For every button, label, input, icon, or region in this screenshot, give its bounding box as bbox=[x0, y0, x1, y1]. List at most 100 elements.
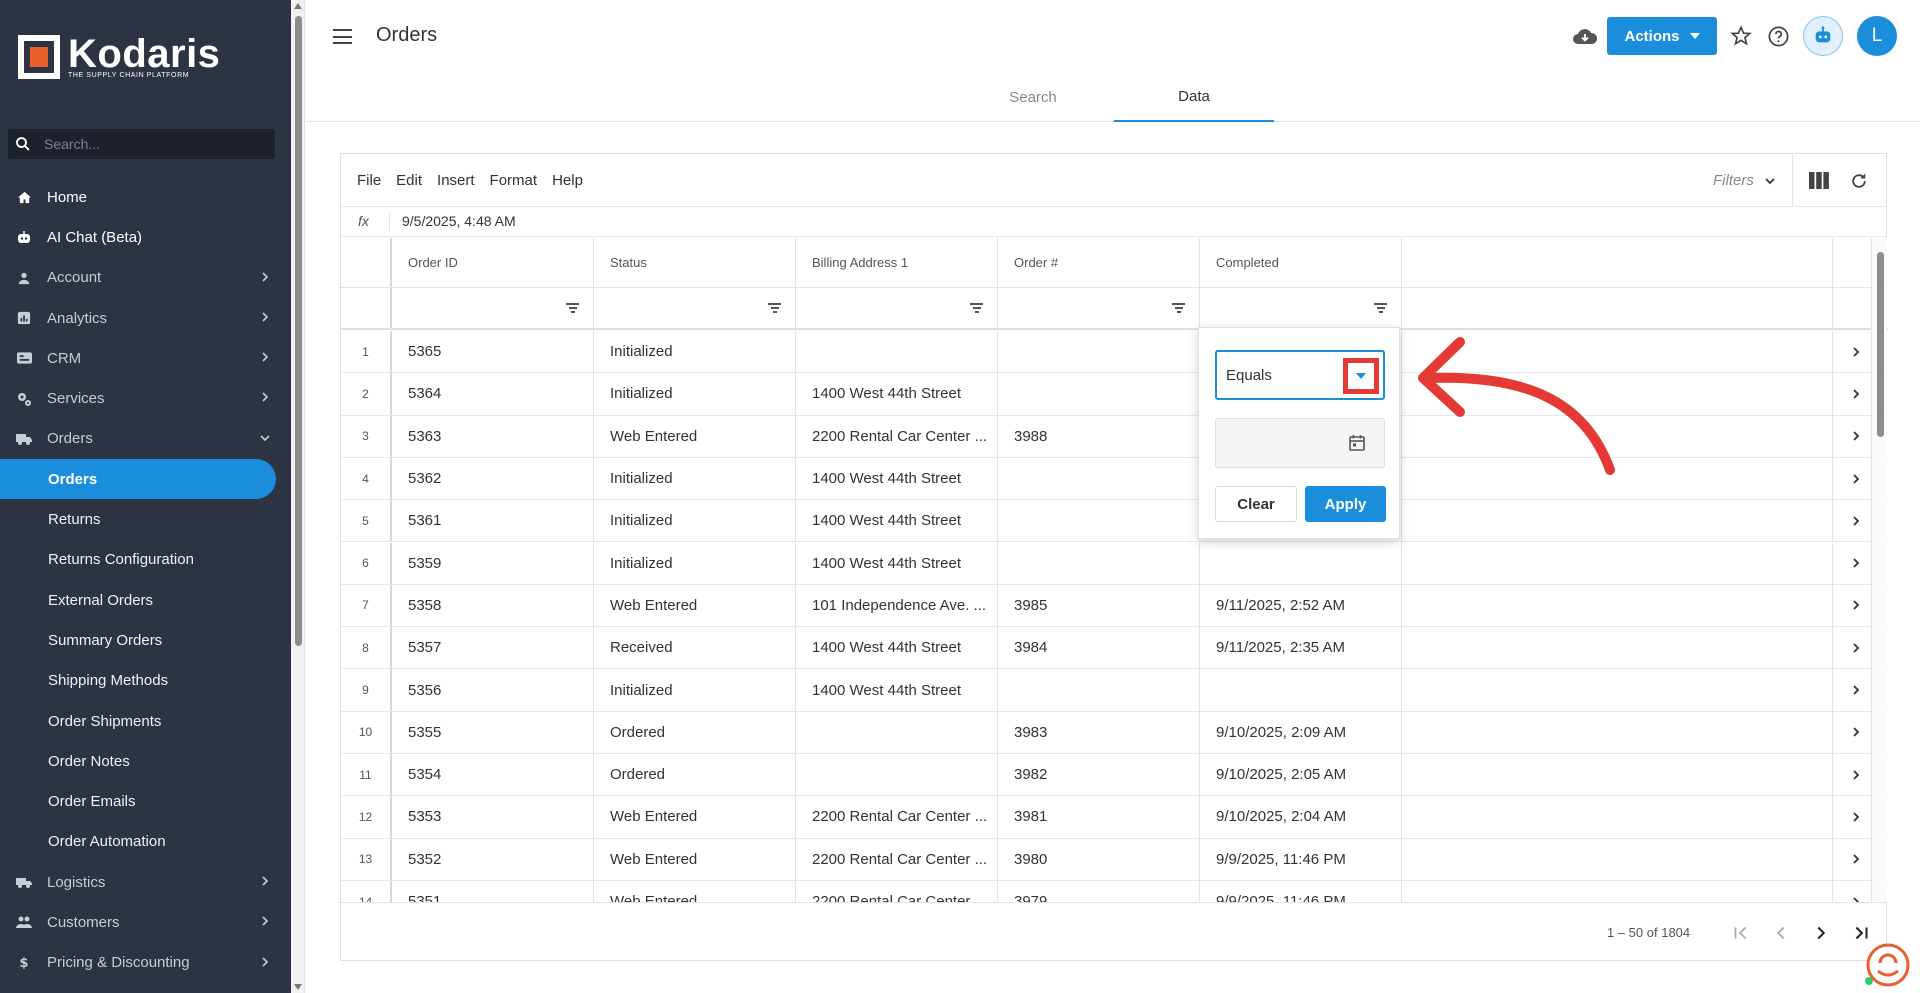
cell-order-number[interactable]: 3988 bbox=[998, 415, 1200, 457]
clear-button[interactable]: Clear bbox=[1215, 486, 1297, 522]
grid-scrollbar-thumb[interactable] bbox=[1877, 252, 1884, 437]
cell-completed[interactable]: 9/9/2025, 11:46 PM bbox=[1200, 880, 1402, 902]
first-page-icon[interactable] bbox=[1730, 922, 1752, 944]
cell-billing-address[interactable]: 1400 West 44th Street bbox=[796, 500, 998, 542]
table-row[interactable]: 11 5354 Ordered 3982 9/10/2025, 2:05 AM bbox=[341, 754, 1888, 797]
cell-order-id[interactable]: 5358 bbox=[392, 584, 594, 627]
cell-status[interactable]: Web Entered bbox=[594, 796, 796, 838]
table-row[interactable]: 5 5361 Initialized 1400 West 44th Street bbox=[341, 500, 1888, 543]
refresh-icon[interactable] bbox=[1849, 171, 1869, 191]
sidebar-subitem-order-shipments[interactable]: Order Shipments bbox=[0, 701, 291, 741]
sidebar-subitem-summary-orders[interactable]: Summary Orders bbox=[0, 620, 291, 660]
cell-billing-address[interactable] bbox=[796, 711, 998, 753]
filter-cell-billing-address[interactable] bbox=[796, 288, 998, 328]
cell-status[interactable]: Web Entered bbox=[594, 838, 796, 880]
sidebar-subitem-external-orders[interactable]: External Orders bbox=[0, 580, 291, 620]
sidebar-subitem-returns[interactable]: Returns bbox=[0, 499, 291, 539]
row-open-button[interactable] bbox=[1841, 543, 1871, 584]
sidebar-subitem-shipping-methods[interactable]: Shipping Methods bbox=[0, 661, 291, 701]
sidebar-item-services[interactable]: Services bbox=[0, 378, 291, 418]
cell-order-number[interactable] bbox=[998, 373, 1200, 415]
row-open-button[interactable] bbox=[1841, 839, 1871, 880]
help-icon[interactable] bbox=[1767, 25, 1790, 48]
support-chat-icon[interactable] bbox=[1862, 941, 1910, 989]
cell-billing-address[interactable]: 1400 West 44th Street bbox=[796, 457, 998, 500]
sidebar-search[interactable] bbox=[8, 129, 275, 159]
cloud-download-icon[interactable] bbox=[1572, 26, 1598, 48]
cell-order-number[interactable]: 3979 bbox=[998, 880, 1200, 902]
sidebar-subitem-order-notes[interactable]: Order Notes bbox=[0, 741, 291, 781]
row-open-button[interactable] bbox=[1841, 712, 1871, 753]
cell-status[interactable]: Received bbox=[594, 627, 796, 669]
sidebar-search-input[interactable] bbox=[44, 136, 244, 152]
row-open-button[interactable] bbox=[1841, 881, 1871, 902]
page-scrollbar[interactable] bbox=[291, 0, 305, 993]
cell-order-number[interactable]: 3984 bbox=[998, 627, 1200, 669]
table-row[interactable]: 7 5358 Web Entered 101 Independence Ave. ..… bbox=[341, 584, 1888, 628]
table-row[interactable]: 3 5363 Web Entered 2200 Rental Car Center .… bbox=[341, 415, 1888, 458]
scroll-up-arrow[interactable] bbox=[294, 3, 302, 9]
cell-billing-address[interactable]: 2200 Rental Car Center ... bbox=[796, 415, 998, 457]
cell-order-id[interactable]: 5365 bbox=[392, 331, 594, 373]
table-row[interactable]: 9 5356 Initialized 1400 West 44th Street bbox=[341, 669, 1888, 712]
cell-status[interactable]: Initialized bbox=[594, 500, 796, 542]
cell-order-id[interactable]: 5353 bbox=[392, 796, 594, 838]
column-header-order-id[interactable]: Order ID bbox=[392, 238, 594, 287]
scroll-down-arrow[interactable] bbox=[294, 984, 302, 990]
grid-scrollbar[interactable] bbox=[1871, 238, 1887, 902]
sidebar-item-orders[interactable]: Orders bbox=[0, 419, 291, 459]
cell-status[interactable]: Initialized bbox=[594, 457, 796, 500]
cell-billing-address[interactable] bbox=[796, 331, 998, 373]
row-open-button[interactable] bbox=[1841, 585, 1871, 626]
cell-order-number[interactable]: 3985 bbox=[998, 584, 1200, 627]
table-row[interactable]: 6 5359 Initialized 1400 West 44th Street bbox=[341, 542, 1888, 585]
cell-order-number[interactable] bbox=[998, 457, 1200, 500]
row-open-button[interactable] bbox=[1841, 331, 1871, 372]
filter-operator-select[interactable]: Equals bbox=[1215, 350, 1385, 400]
cell-order-number[interactable] bbox=[998, 542, 1200, 584]
cell-status[interactable]: Ordered bbox=[594, 711, 796, 753]
column-header-billing-address[interactable]: Billing Address 1 bbox=[796, 238, 998, 287]
tab-search[interactable]: Search bbox=[953, 72, 1113, 122]
star-icon[interactable] bbox=[1730, 25, 1752, 47]
table-row[interactable]: 14 5351 Web Entered 2200 Rental Car Center … bbox=[341, 880, 1888, 902]
filter-icon[interactable] bbox=[970, 303, 983, 313]
table-row[interactable]: 8 5357 Received 1400 West 44th Street 3984 9/… bbox=[341, 627, 1888, 670]
menu-edit[interactable]: Edit bbox=[396, 172, 422, 189]
sidebar-item-customers[interactable]: Customers bbox=[0, 902, 291, 942]
cell-completed[interactable]: 9/11/2025, 2:35 AM bbox=[1200, 627, 1402, 669]
filter-icon[interactable] bbox=[1374, 303, 1387, 313]
menu-insert[interactable]: Insert bbox=[437, 172, 475, 189]
sidebar-subitem-orders[interactable]: Orders bbox=[0, 459, 276, 500]
row-open-button[interactable] bbox=[1841, 627, 1871, 668]
filter-icon[interactable] bbox=[566, 303, 579, 313]
cell-order-number[interactable] bbox=[998, 331, 1200, 373]
sidebar-subitem-order-emails[interactable]: Order Emails bbox=[0, 781, 291, 821]
table-row[interactable]: 10 5355 Ordered 3983 9/10/2025, 2:09 AM bbox=[341, 711, 1888, 754]
table-row[interactable]: 13 5352 Web Entered 2200 Rental Car Center … bbox=[341, 838, 1888, 881]
cell-order-number[interactable]: 3983 bbox=[998, 711, 1200, 753]
cell-order-id[interactable]: 5357 bbox=[392, 627, 594, 669]
cell-billing-address[interactable]: 1400 West 44th Street bbox=[796, 627, 998, 669]
actions-button[interactable]: Actions bbox=[1607, 17, 1717, 55]
cell-completed[interactable] bbox=[1200, 542, 1402, 584]
cell-status[interactable]: Ordered bbox=[594, 754, 796, 796]
cell-billing-address[interactable]: 2200 Rental Car Center ... bbox=[796, 880, 998, 902]
row-open-button[interactable] bbox=[1841, 796, 1871, 837]
table-row[interactable]: 12 5353 Web Entered 2200 Rental Car Center … bbox=[341, 796, 1888, 839]
row-open-button[interactable] bbox=[1841, 458, 1871, 499]
scrollbar-thumb[interactable] bbox=[295, 16, 302, 646]
cell-order-number[interactable] bbox=[998, 669, 1200, 711]
cell-order-id[interactable]: 5359 bbox=[392, 542, 594, 584]
cell-order-id[interactable]: 5356 bbox=[392, 669, 594, 711]
sidebar-subitem-returns-configuration[interactable]: Returns Configuration bbox=[0, 540, 291, 580]
user-avatar[interactable]: L bbox=[1857, 16, 1897, 56]
cell-order-id[interactable]: 5352 bbox=[392, 838, 594, 880]
operator-dropdown-button[interactable] bbox=[1343, 358, 1379, 394]
menu-icon[interactable] bbox=[333, 29, 352, 44]
menu-file[interactable]: File bbox=[357, 172, 381, 189]
previous-page-icon[interactable] bbox=[1770, 922, 1792, 944]
filter-cell-order-id[interactable] bbox=[392, 288, 594, 328]
next-page-icon[interactable] bbox=[1810, 922, 1832, 944]
cell-order-number[interactable]: 3981 bbox=[998, 796, 1200, 838]
